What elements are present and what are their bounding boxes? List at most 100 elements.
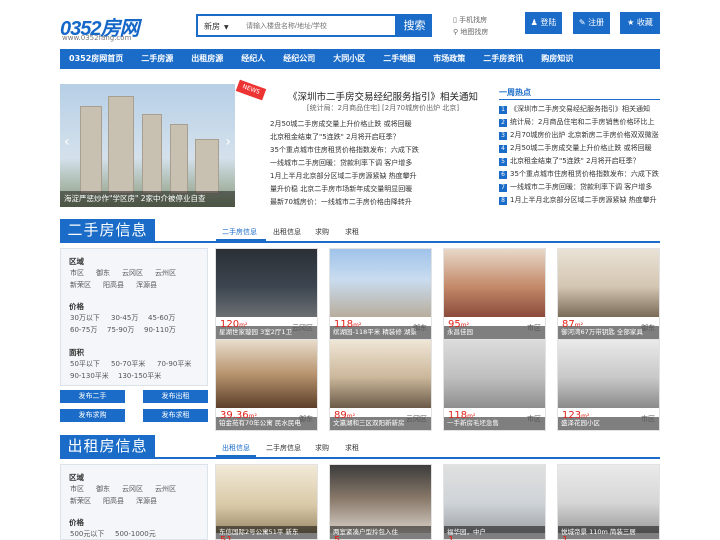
filter-option[interactable]: 阳高县	[103, 496, 124, 506]
tab-second-hand[interactable]: 二手房信息	[266, 443, 301, 453]
banner-carousel[interactable]: ‹ › 海淀严惩炒作"学区房" 2家中介被停业自查	[60, 84, 235, 207]
nav-knowledge[interactable]: 购房知识	[532, 49, 582, 69]
chevron-left-icon[interactable]: ‹	[64, 134, 70, 150]
listing-photo	[444, 249, 545, 317]
listing-card[interactable]: 缤湖园-118平米 精装修 湖景 118m² 御东	[329, 248, 432, 340]
filter-option[interactable]: 500-1000元	[115, 529, 156, 539]
filter-option[interactable]: 新荣区	[70, 280, 91, 290]
nav-home[interactable]: 0352房网首页	[60, 49, 132, 69]
hot-item[interactable]: 1 《深圳市二手房交易经纪服务指引》相关通知	[499, 104, 660, 114]
hot-item[interactable]: 5 北京租金结束了"5连跌" 2月将开启旺季？	[499, 156, 660, 166]
mobile-find-link[interactable]: ▯ 手机找房	[453, 15, 487, 25]
site-logo[interactable]: 0352房网 www.0352fang.com	[60, 12, 150, 42]
filter-option[interactable]: 60-75万	[70, 325, 97, 335]
filter-option[interactable]: 90-110万	[144, 325, 176, 335]
listing-card[interactable]: 盛泽花园小区 123m² 市区	[557, 339, 660, 431]
favorite-button[interactable]: ★ 收藏	[620, 12, 660, 34]
filter-option[interactable]: 500元以下	[70, 529, 104, 539]
filter-option[interactable]: 90-130平米	[70, 371, 109, 381]
rent-filter: 区域 市区 御东 云冈区 云州区 新荣区 阳高县 浑源县 价格 500元以下 5…	[60, 464, 208, 540]
filter-option[interactable]: 云州区	[155, 268, 176, 278]
news-item[interactable]: 1月上半月北京部分区域二手房源紧缺 热度攀升	[270, 171, 417, 181]
news-item[interactable]: 一线城市二手房回暖：贷款利率下调 客户增多	[270, 158, 412, 168]
filter-option[interactable]: 30万以下	[70, 313, 100, 323]
hot-item[interactable]: 2 统计局：2月商品住宅和二手房销售价格环比上	[499, 117, 660, 127]
post-want-rent-button[interactable]: 发布求租	[143, 409, 208, 422]
hot-item[interactable]: 4 2月50城二手房成交量上升价格止跌 或将回暖	[499, 143, 660, 153]
filter-option[interactable]: 御东	[96, 268, 110, 278]
rent-card[interactable]: 两室紧凑户型拎包入住 5	[329, 464, 432, 540]
filter-option[interactable]: 130-150平米	[118, 371, 161, 381]
rent-card[interactable]: 东信国际2号公寓51平 新东 51	[215, 464, 318, 540]
filter-option[interactable]: 新荣区	[70, 496, 91, 506]
filter-option[interactable]: 市区	[70, 268, 84, 278]
post-buy-button[interactable]: 发布求购	[60, 409, 125, 422]
filter-option[interactable]: 70-90平米	[157, 359, 191, 369]
filter-option[interactable]: 御东	[96, 484, 110, 494]
nav-policy[interactable]: 市场政策	[424, 49, 474, 69]
chevron-right-icon[interactable]: ›	[225, 134, 231, 150]
news-ribbon-badge: NEWS	[235, 79, 267, 101]
listing-photo	[444, 340, 545, 408]
listing-photo	[330, 249, 431, 317]
search-input[interactable]	[246, 19, 391, 33]
nav-community[interactable]: 大同小区	[324, 49, 374, 69]
filter-option[interactable]: 浑源县	[136, 496, 157, 506]
filter-option[interactable]: 30-45万	[111, 313, 138, 323]
listing-card[interactable]: 一手新房毛坯急售 118m² 市区	[443, 339, 546, 431]
tab-rent-info[interactable]: 出租信息	[222, 443, 250, 453]
filter-option[interactable]: 45-60万	[148, 313, 175, 323]
headline-title[interactable]: 《深圳市二手房交易经纪服务指引》相关通知	[277, 89, 489, 103]
search-type-select[interactable]: 新房 ▼	[204, 21, 229, 32]
tab-rent-request[interactable]: 求租	[345, 443, 359, 453]
listing-card[interactable]: 永昌佳园 95m² 市区	[443, 248, 546, 340]
news-item[interactable]: 量升价稳 北京二手房市场新年成交量明显回暖	[270, 184, 412, 194]
tab-buy-request[interactable]: 求购	[315, 227, 329, 237]
search-button[interactable]: 搜索	[397, 14, 432, 37]
post-sale-button[interactable]: 发布二手	[60, 390, 125, 403]
hot-item[interactable]: 7 一线城市二手房回暖：贷款利率下调 客户增多	[499, 182, 660, 192]
filter-option[interactable]: 50-70平米	[111, 359, 145, 369]
listing-card[interactable]: 御河湾67万带钥匙 全部家具 87m² 御东	[557, 248, 660, 340]
map-find-link[interactable]: ⚲ 地图找房	[453, 27, 488, 37]
news-item[interactable]: 北京租金结束了"5连跌" 2月将开启旺季？	[270, 132, 400, 142]
news-item[interactable]: 最新70城房价：一线城市二手房价格由降转升	[270, 197, 412, 207]
filter-option[interactable]: 云冈区	[122, 484, 143, 494]
hot-item[interactable]: 3 2月70城房价出炉 北京新房二手房价格双双微涨	[499, 130, 660, 140]
headline-sub[interactable]: [统计局：2月商品住宅] [2月70城房价出炉 北京]	[277, 103, 489, 113]
rent-card[interactable]: 福华园，中户 1	[443, 464, 546, 540]
listing-caption: 两室紧凑户型拎包入住	[330, 526, 431, 539]
tab-active-indicator	[216, 455, 256, 457]
nav-news[interactable]: 二手房资讯	[474, 49, 532, 69]
rent-card[interactable]: 悦城帝景 110m 简装三居 1	[557, 464, 660, 540]
listing-card[interactable]: 文瀛湖和三区双阳新新房 89m² 云冈区	[329, 339, 432, 431]
nav-agent[interactable]: 经纪人	[232, 49, 274, 69]
hot-item[interactable]: 8 1月上半月北京部分区域二手房源紧缺 热度攀升	[499, 195, 660, 205]
register-button[interactable]: ✎ 注册	[573, 12, 610, 34]
listing-card[interactable]: 铂金苑有70年公寓 民水民电 39.36m² 御东	[215, 339, 318, 431]
tab-rent-request[interactable]: 求租	[345, 227, 359, 237]
filter-option[interactable]: 50平以下	[70, 359, 100, 369]
news-item[interactable]: 2月50城二手房成交量上升价格止跌 或将回暖	[270, 119, 412, 129]
listing-district: 市区	[641, 415, 655, 423]
banner-caption[interactable]: 海淀严惩炒作"学区房" 2家中介被停业自查	[60, 191, 235, 207]
tab-rent-info[interactable]: 出租信息	[273, 227, 301, 237]
filter-option[interactable]: 市区	[70, 484, 84, 494]
post-rent-button[interactable]: 发布出租	[143, 390, 208, 403]
filter-option[interactable]: 云州区	[155, 484, 176, 494]
nav-second-hand[interactable]: 二手房源	[132, 49, 182, 69]
filter-option[interactable]: 75-90万	[107, 325, 134, 335]
listing-price: 5	[334, 535, 340, 540]
nav-map[interactable]: 二手地图	[374, 49, 424, 69]
nav-rent[interactable]: 出租房源	[182, 49, 232, 69]
filter-option[interactable]: 云冈区	[122, 268, 143, 278]
nav-agency[interactable]: 经纪公司	[274, 49, 324, 69]
tab-second-hand[interactable]: 二手房信息	[222, 227, 257, 237]
filter-option[interactable]: 浑源县	[136, 280, 157, 290]
filter-option[interactable]: 阳高县	[103, 280, 124, 290]
hot-item[interactable]: 6 35个重点城市住房租赁价格指数发布：六成下跌	[499, 169, 660, 179]
tab-buy-request[interactable]: 求购	[315, 443, 329, 453]
news-item[interactable]: 35个重点城市住房租赁价格指数发布：六成下跌	[270, 145, 419, 155]
login-button[interactable]: ♟ 登陆	[525, 12, 562, 34]
listing-card[interactable]: 星湖世家璇园 3室2厅1卫 120m² 云冈区	[215, 248, 318, 340]
